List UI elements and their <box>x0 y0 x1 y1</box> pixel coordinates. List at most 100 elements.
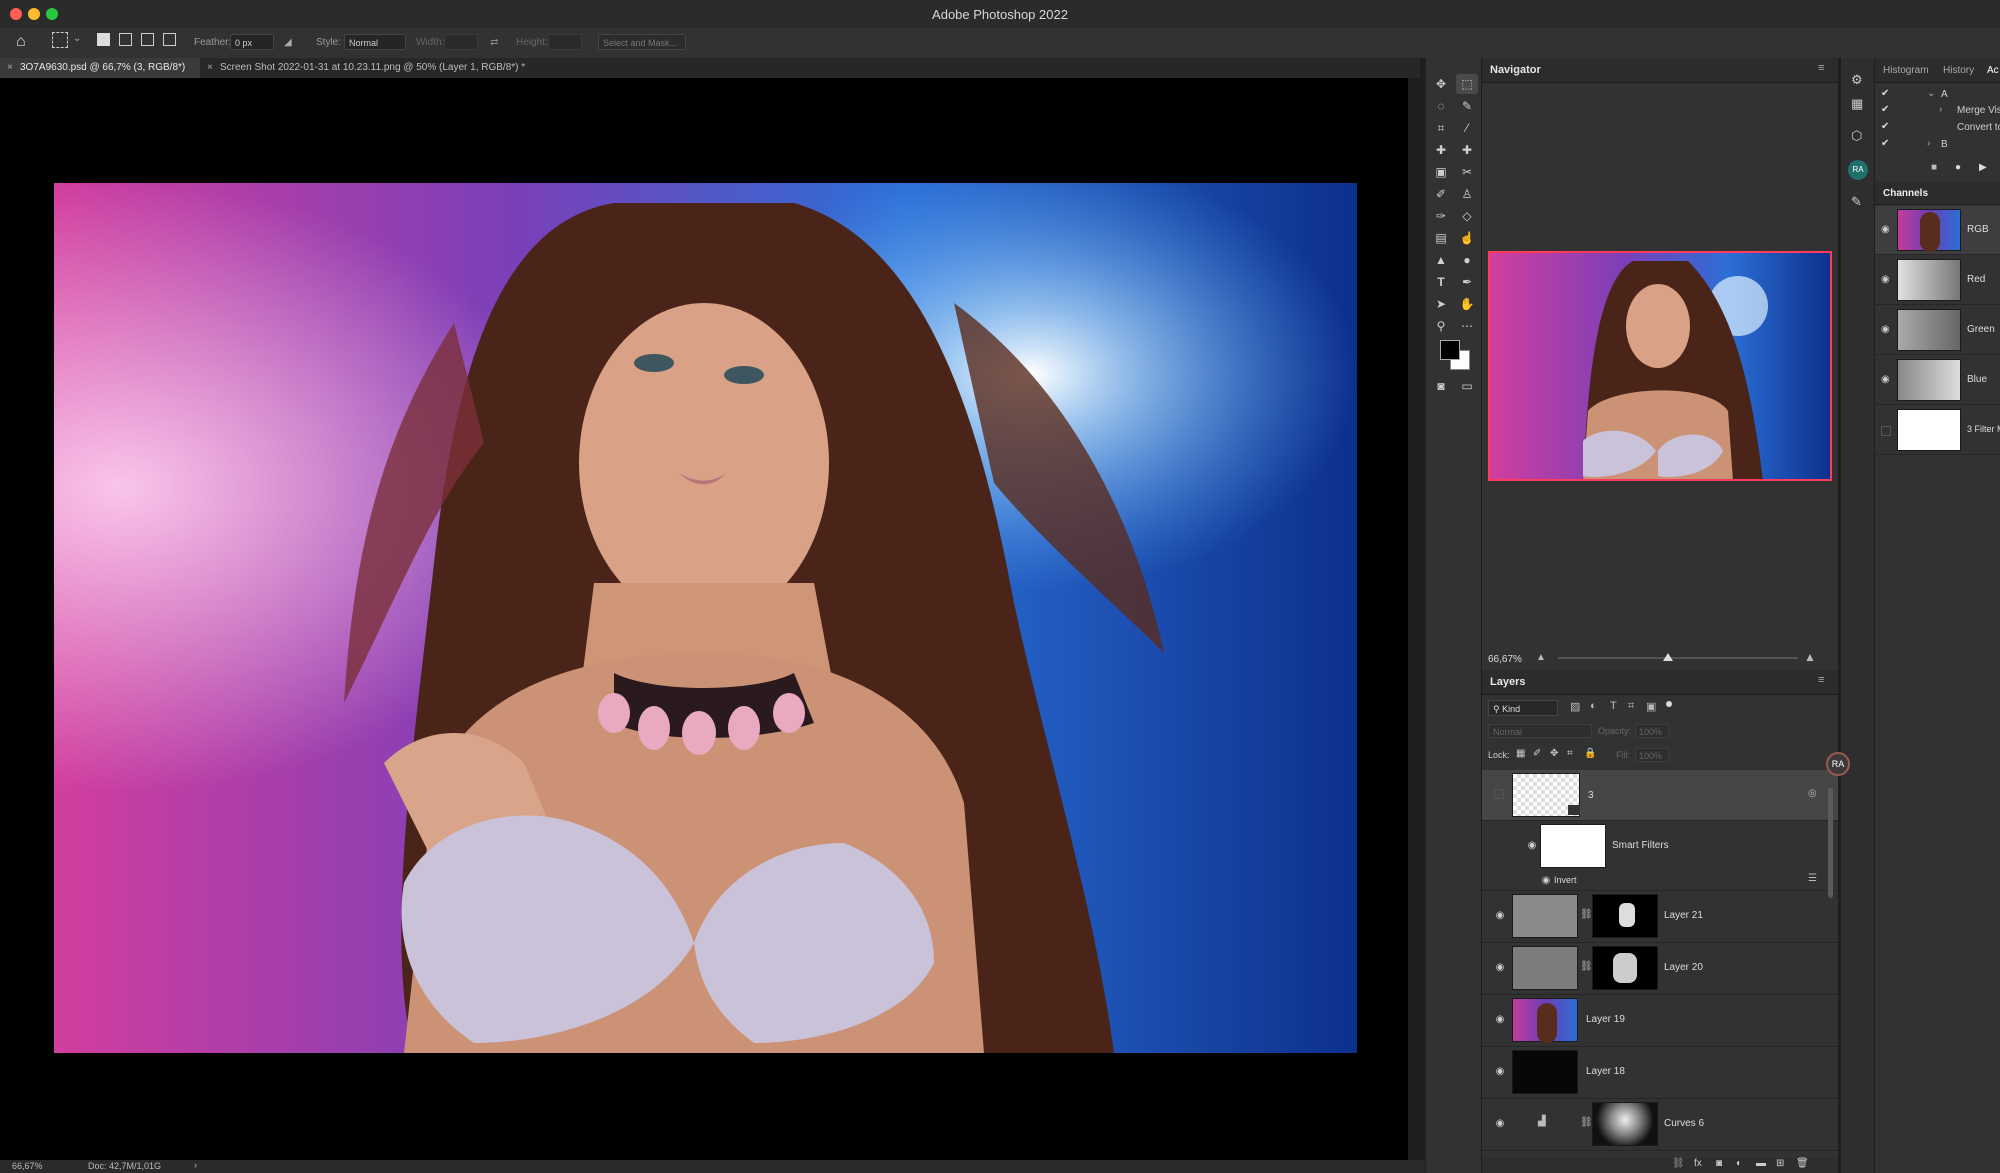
home-icon[interactable]: ⌂ <box>16 33 26 51</box>
avatar[interactable]: RA <box>1848 160 1868 180</box>
quick-mask-icon[interactable]: ◙ <box>1430 376 1452 396</box>
document-image[interactable] <box>54 183 1357 1053</box>
eraser-tool-icon[interactable]: ◇ <box>1456 206 1478 226</box>
lasso-tool-icon[interactable]: ◌ <box>1430 96 1452 116</box>
filter-options-icon[interactable]: ☰ <box>1808 873 1817 884</box>
channels-title[interactable]: Channels <box>1883 188 1928 199</box>
layers-scrollbar[interactable] <box>1828 788 1833 898</box>
eye-icon[interactable]: ◉ <box>1881 274 1890 285</box>
layer-row[interactable]: ◉ ▟ ⛓ Curves 6 <box>1482 1098 1838 1151</box>
tab-document-2[interactable]: × Screen Shot 2022-01-31 at 10.23.11.png… <box>200 58 560 78</box>
marquee-tool-preset-icon[interactable] <box>52 32 68 48</box>
visibility-toggle[interactable] <box>1881 426 1891 436</box>
tab-history[interactable]: History <box>1943 65 1974 76</box>
panel-menu-icon[interactable]: ≡ <box>1818 62 1824 74</box>
status-doc-size[interactable]: Doc: 42,7M/1,01G <box>88 1161 161 1171</box>
check-icon[interactable]: ✔ <box>1881 121 1889 132</box>
link-layers-icon[interactable]: ⛓ <box>1672 1158 1685 1169</box>
type-tool-icon[interactable]: T <box>1430 272 1452 292</box>
filter-adjustment-icon[interactable]: ◐ <box>1590 700 1597 712</box>
quick-selection-tool-icon[interactable]: ✎ <box>1456 96 1478 116</box>
check-icon[interactable]: ✔ <box>1881 104 1889 115</box>
eye-icon[interactable]: ◉ <box>1881 374 1890 385</box>
filter-pixel-icon[interactable]: ▨ <box>1570 700 1580 713</box>
width-input[interactable] <box>444 34 478 50</box>
swatches-icon[interactable]: ▦ <box>1851 96 1863 112</box>
anti-alias-icon[interactable]: ◢ <box>284 37 292 48</box>
tab-actions[interactable]: Ac <box>1987 65 1999 76</box>
layer-mask-thumbnail[interactable] <box>1592 894 1658 938</box>
action-row[interactable]: ✔ ⌄ A <box>1875 88 2000 103</box>
adjustment-layer-icon[interactable]: ◐ <box>1736 1158 1742 1169</box>
scissors-icon[interactable]: ✂ <box>1456 162 1478 182</box>
smart-filter-icon[interactable]: ◎ <box>1808 788 1817 799</box>
lock-all-icon[interactable]: 🔒 <box>1584 748 1596 759</box>
gradient-tool-icon[interactable]: ▤ <box>1430 228 1452 248</box>
fx-icon[interactable]: fx <box>1694 1158 1702 1169</box>
channel-row-filter-mask[interactable]: 3 Filter M <box>1875 406 2000 455</box>
height-input[interactable] <box>548 34 582 50</box>
healing-brush-tool-icon[interactable]: ✚ <box>1430 140 1452 160</box>
layer-row[interactable]: ◉ Layer 18 <box>1482 1046 1838 1099</box>
eye-icon[interactable]: ◉ <box>1494 910 1506 922</box>
hand-tool-icon[interactable]: ✋ <box>1456 294 1478 314</box>
pen-tool-icon[interactable]: ✒ <box>1456 272 1478 292</box>
navigator-preview[interactable] <box>1488 251 1832 481</box>
tab-histogram[interactable]: Histogram <box>1883 65 1929 76</box>
layer-row[interactable]: ◉ ⛓ Layer 21 <box>1482 890 1838 943</box>
learn-icon[interactable]: ⚙ <box>1851 72 1863 88</box>
zoom-in-icon[interactable]: ▲ <box>1804 650 1816 664</box>
link-icon[interactable]: ⛓ <box>1580 909 1593 920</box>
select-and-mask-button[interactable]: Select and Mask... <box>598 34 686 50</box>
screen-mode-icon[interactable]: ▭ <box>1456 376 1478 396</box>
navigator-view-box[interactable] <box>1488 251 1832 481</box>
layer-name[interactable]: Curves 6 <box>1664 1118 1704 1129</box>
check-icon[interactable]: ✔ <box>1881 138 1889 149</box>
chevron-right-icon[interactable]: › <box>1939 104 1942 115</box>
eye-icon[interactable]: ◉ <box>1494 1066 1506 1078</box>
new-group-icon[interactable]: ▬ <box>1756 1158 1766 1169</box>
eye-icon[interactable]: ◉ <box>1540 875 1552 887</box>
layer-row[interactable]: ◉ Invert ☰ <box>1482 872 1838 891</box>
lock-position-icon[interactable]: ✥ <box>1550 748 1558 759</box>
link-icon[interactable]: ⛓ <box>1580 1117 1593 1128</box>
brush-tool-icon[interactable]: ✐ <box>1430 184 1452 204</box>
move-tool-icon[interactable]: ✥ <box>1430 74 1452 94</box>
clone-stamp-tool-icon[interactable]: ♙ <box>1456 184 1478 204</box>
smudge-tool-icon[interactable]: ☝ <box>1456 228 1478 248</box>
layer-row[interactable]: ◉ ⛓ Layer 20 <box>1482 942 1838 995</box>
channels-header[interactable]: Channels <box>1875 182 2000 205</box>
filter-shape-icon[interactable]: ⌗ <box>1628 700 1634 713</box>
trash-icon[interactable]: 🗑 <box>1796 1158 1809 1169</box>
opacity-input[interactable]: 100% <box>1635 724 1669 738</box>
eye-icon[interactable]: ◉ <box>1881 224 1890 235</box>
avatar[interactable]: RA <box>1826 752 1850 776</box>
style-select[interactable]: Normal <box>344 34 406 50</box>
lock-pixels-icon[interactable]: ✐ <box>1533 748 1541 759</box>
fill-input[interactable]: 100% <box>1635 748 1669 762</box>
filter-mask-thumbnail[interactable] <box>1540 824 1606 868</box>
zoom-slider-handle[interactable] <box>1663 653 1673 661</box>
layer-name[interactable]: 3 <box>1588 790 1594 801</box>
chevron-down-icon[interactable]: ⌄ <box>1927 88 1935 99</box>
eye-icon[interactable]: ◉ <box>1494 962 1506 974</box>
rectangular-marquee-tool-icon[interactable]: ⬚ <box>1456 74 1478 94</box>
layer-name[interactable]: Layer 18 <box>1586 1066 1625 1077</box>
layers-panel-header[interactable]: Layers ≡ <box>1482 670 1838 695</box>
eyedropper-tool-icon[interactable]: ⁄ <box>1456 118 1478 138</box>
swap-icon[interactable]: ⇄ <box>490 37 498 48</box>
layer-mask-thumbnail[interactable] <box>1592 1102 1658 1146</box>
new-layer-icon[interactable]: ⊞ <box>1776 1158 1784 1169</box>
frame-tool-icon[interactable]: ▣ <box>1430 162 1452 182</box>
channel-row-red[interactable]: ◉ Red <box>1875 256 2000 305</box>
visibility-toggle[interactable] <box>1494 789 1504 799</box>
zoom-tool-icon[interactable]: ⚲ <box>1430 316 1452 336</box>
eye-icon[interactable]: ◉ <box>1494 1118 1506 1130</box>
chevron-right-icon[interactable]: › <box>194 1160 197 1170</box>
lock-transparent-icon[interactable]: ▦ <box>1516 748 1525 759</box>
history-brush-tool-icon[interactable]: ✑ <box>1430 206 1452 226</box>
navigator-title[interactable]: Navigator <box>1490 64 1541 76</box>
more-tools-icon[interactable]: ⋯ <box>1456 316 1478 336</box>
feather-input[interactable]: 0 px <box>230 34 274 50</box>
check-icon[interactable]: ✔ <box>1881 88 1889 99</box>
